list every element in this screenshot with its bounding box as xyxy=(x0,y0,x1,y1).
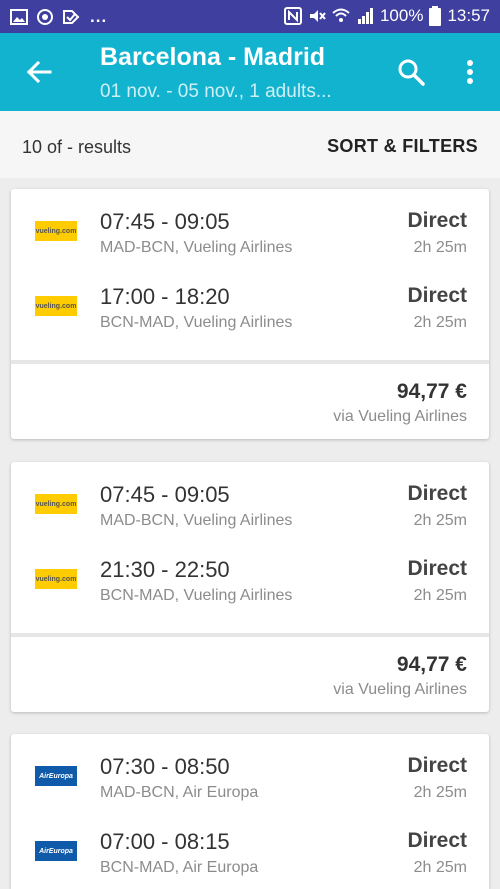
battery-percent: 100% xyxy=(379,6,424,25)
flight-leg-outbound: AirEuropa 07:30 - 08:50 MAD-BCN, Air Eur… xyxy=(11,744,489,804)
results-header: 10 of - results SORT & FILTERS xyxy=(0,111,500,178)
flight-leg-return: vueling.com 21:30 - 22:50 BCN-MAD, Vueli… xyxy=(11,547,489,607)
flight-route: BCN-MAD, Vueling Airlines xyxy=(100,314,293,331)
vueling-logo-icon: vueling.com xyxy=(35,494,77,514)
vueling-logo-icon: vueling.com xyxy=(35,569,77,589)
results-count: 10 of - results xyxy=(22,137,132,157)
overflow-menu-icon[interactable] xyxy=(458,57,482,87)
flight-route: MAD-BCN, Vueling Airlines xyxy=(100,512,293,529)
back-arrow-icon[interactable] xyxy=(24,57,54,87)
wifi-icon xyxy=(332,8,350,22)
page-title: Barcelona - Madrid xyxy=(100,43,326,71)
flight-times: 07:45 - 09:05 xyxy=(100,482,230,507)
flight-duration: 2h 25m xyxy=(413,314,467,331)
clock: 13:57 xyxy=(447,6,490,25)
trip-summary[interactable]: 01 nov. - 05 nov., 1 adults... xyxy=(100,81,332,103)
flight-times: 07:30 - 08:50 xyxy=(100,754,230,779)
flight-route: BCN-MAD, Air Europa xyxy=(100,859,259,876)
flight-stops: Direct xyxy=(407,482,467,505)
flight-leg-return: AirEuropa 07:00 - 08:15 BCN-MAD, Air Eur… xyxy=(11,819,489,879)
flight-result-card[interactable]: vueling.com 07:45 - 09:05 MAD-BCN, Vueli… xyxy=(11,462,489,712)
sort-filters-button[interactable]: SORT & FILTERS xyxy=(327,136,478,157)
flight-times: 17:00 - 18:20 xyxy=(100,284,230,309)
more-notifications-indicator: ... xyxy=(90,7,108,26)
search-icon[interactable] xyxy=(396,57,426,87)
flight-leg-outbound: vueling.com 07:45 - 09:05 MAD-BCN, Vueli… xyxy=(11,472,489,532)
flight-stops: Direct xyxy=(407,829,467,852)
flight-times: 07:00 - 08:15 xyxy=(100,829,230,854)
air-europa-logo-icon: AirEuropa xyxy=(35,841,77,861)
booking-provider: via Vueling Airlines xyxy=(333,408,467,425)
flight-stops: Direct xyxy=(407,754,467,777)
battery-icon xyxy=(429,6,442,26)
flight-stops: Direct xyxy=(407,284,467,307)
flight-result-card[interactable]: vueling.com 07:45 - 09:05 MAD-BCN, Vueli… xyxy=(11,189,489,439)
flight-route: MAD-BCN, Air Europa xyxy=(100,784,259,801)
gallery-icon xyxy=(10,9,28,25)
flight-stops: Direct xyxy=(407,209,467,232)
signal-icon xyxy=(357,8,373,24)
flight-price: 94,77 € xyxy=(396,380,467,403)
card-divider xyxy=(11,360,489,364)
flight-route: MAD-BCN, Vueling Airlines xyxy=(100,239,293,256)
task-icon xyxy=(63,10,80,24)
flight-leg-outbound: vueling.com 07:45 - 09:05 MAD-BCN, Vueli… xyxy=(11,199,489,259)
booking-provider: via Vueling Airlines xyxy=(333,681,467,698)
air-europa-logo-icon: AirEuropa xyxy=(35,766,77,786)
vueling-logo-icon: vueling.com xyxy=(35,296,77,316)
flight-result-card[interactable]: AirEuropa 07:30 - 08:50 MAD-BCN, Air Eur… xyxy=(11,734,489,889)
flight-duration: 2h 25m xyxy=(413,587,467,604)
status-system: 100% 13:57 xyxy=(283,6,490,26)
status-bar: ... 100% 13:57 xyxy=(0,0,500,33)
flight-duration: 2h 25m xyxy=(413,239,467,256)
mute-icon xyxy=(309,10,326,22)
status-notifications: ... xyxy=(10,7,107,27)
nfc-icon xyxy=(283,7,302,25)
flight-stops: Direct xyxy=(407,557,467,580)
flight-duration: 2h 25m xyxy=(413,512,467,529)
app-bar: Barcelona - Madrid 01 nov. - 05 nov., 1 … xyxy=(0,33,500,111)
flight-leg-return: vueling.com 17:00 - 18:20 BCN-MAD, Vueli… xyxy=(11,274,489,334)
flight-duration: 2h 25m xyxy=(413,784,467,801)
vueling-logo-icon: vueling.com xyxy=(35,221,77,241)
flight-route: BCN-MAD, Vueling Airlines xyxy=(100,587,293,604)
flight-times: 21:30 - 22:50 xyxy=(100,557,230,582)
flight-duration: 2h 25m xyxy=(413,859,467,876)
flight-times: 07:45 - 09:05 xyxy=(100,209,230,234)
sync-icon xyxy=(37,9,53,25)
flight-price: 94,77 € xyxy=(396,653,467,676)
card-divider xyxy=(11,633,489,637)
